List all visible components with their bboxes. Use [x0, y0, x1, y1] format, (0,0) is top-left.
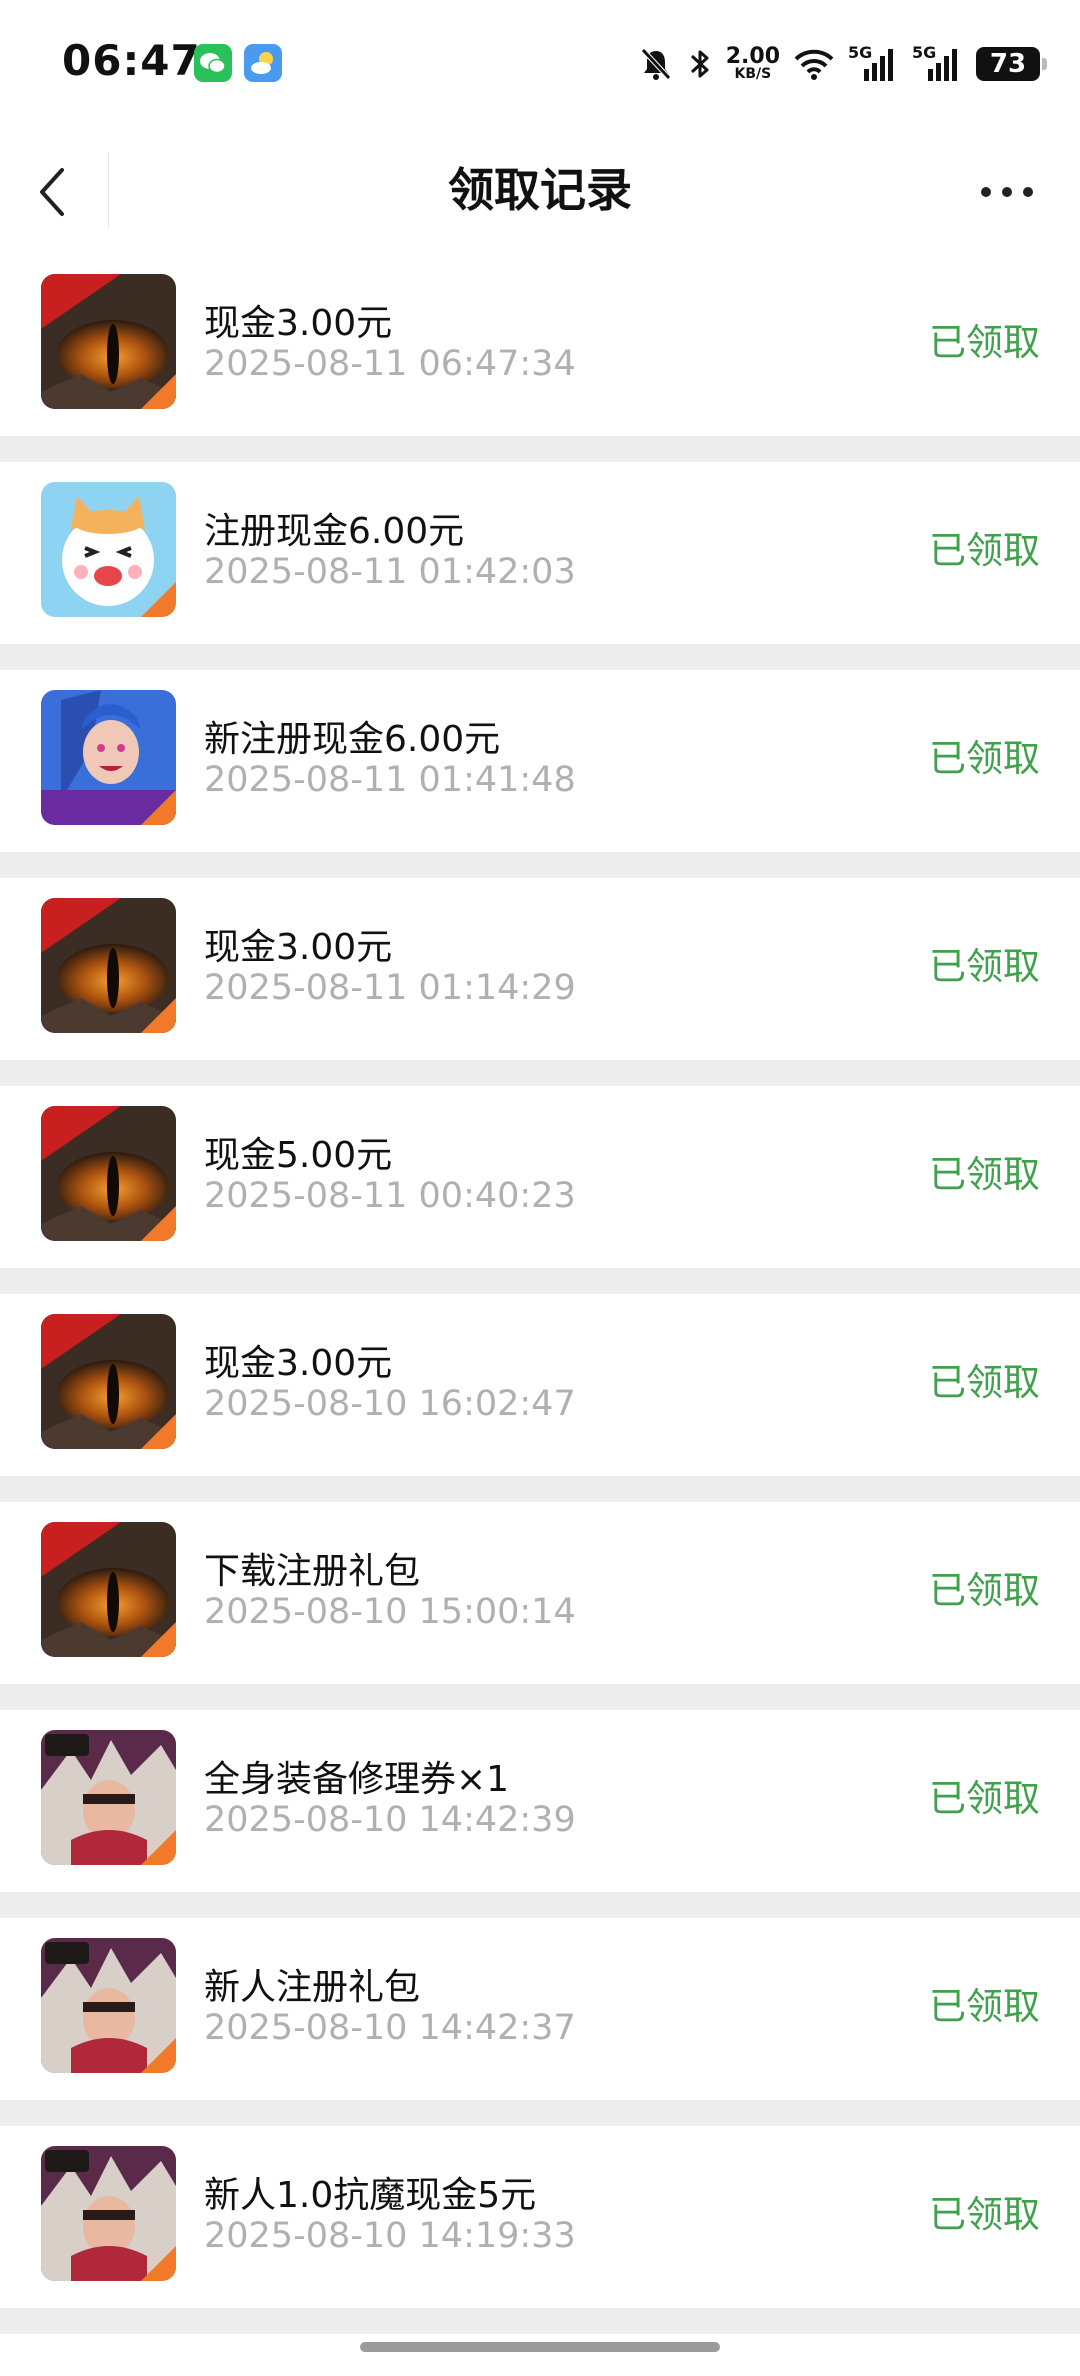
list-item[interactable]: 下载注册礼包 2025-08-10 15:00:14 已领取: [0, 1502, 1080, 1710]
weather-icon: [244, 44, 282, 82]
list-item[interactable]: 新注册现金6.00元 2025-08-11 01:41:48 已领取: [0, 670, 1080, 878]
anime-warrior-game-icon-graphic: [41, 1730, 176, 1865]
record-status: 已领取: [929, 2193, 1040, 2236]
list-item[interactable]: 新人1.0抗魔现金5元 2025-08-10 14:19:33 已领取: [0, 2126, 1080, 2334]
signal-5g-icon-2: 5G: [912, 43, 962, 85]
record-timestamp: 2025-08-11 06:47:34: [204, 344, 576, 384]
more-button[interactable]: [962, 156, 1052, 228]
record-list: 现金3.00元 2025-08-11 06:47:34 已领取 注册现金6.00元 20…: [0, 254, 1080, 2334]
record-status: 已领取: [929, 1569, 1040, 1612]
wechat-icon: [194, 44, 232, 82]
chevron-left-icon: [40, 168, 64, 216]
dragon-eye-game-icon-graphic: [41, 898, 176, 1033]
list-item[interactable]: 现金3.00元 2025-08-10 16:02:47 已领取: [0, 1294, 1080, 1502]
cartoon-cat-game-icon: [41, 482, 176, 617]
jinx-game-icon: [41, 690, 176, 825]
record-timestamp: 2025-08-11 01:42:03: [204, 552, 576, 592]
record-status: 已领取: [929, 1777, 1040, 1820]
record-status: 已领取: [929, 1153, 1040, 1196]
record-title: 现金3.00元: [204, 927, 393, 968]
record-title: 新注册现金6.00元: [204, 719, 501, 760]
mute-icon: [638, 46, 674, 82]
record-timestamp: 2025-08-10 15:00:14: [204, 1592, 576, 1632]
network-speed: 2.00 KB/S: [726, 46, 780, 82]
list-item[interactable]: 全身装备修理券×1 2025-08-10 14:42:39 已领取: [0, 1710, 1080, 1918]
record-status: 已领取: [929, 321, 1040, 364]
cartoon-cat-game-icon-graphic: [41, 482, 176, 617]
page-title: 领取记录: [448, 163, 632, 217]
record-timestamp: 2025-08-10 14:42:37: [204, 2008, 576, 2048]
list-item[interactable]: 现金3.00元 2025-08-11 01:14:29 已领取: [0, 878, 1080, 1086]
record-title: 下载注册礼包: [204, 1551, 421, 1592]
status-bar: 06:47 2.00 KB/S 5G 5G 73: [0, 0, 1080, 130]
record-status: 已领取: [929, 945, 1040, 988]
anime-warrior-game-icon-graphic: [41, 2146, 176, 2281]
record-timestamp: 2025-08-11 01:14:29: [204, 968, 576, 1008]
dragon-eye-game-icon: [41, 274, 176, 409]
record-title: 新人1.0抗魔现金5元: [204, 2175, 537, 2216]
record-timestamp: 2025-08-11 00:40:23: [204, 1176, 576, 1216]
bluetooth-icon: [688, 46, 712, 82]
dragon-eye-game-icon-graphic: [41, 1522, 176, 1657]
network-speed-unit: KB/S: [734, 66, 772, 82]
dragon-eye-game-icon: [41, 1314, 176, 1449]
dragon-eye-game-icon: [41, 1522, 176, 1657]
more-horizontal-icon: [981, 187, 1033, 197]
record-timestamp: 2025-08-10 14:19:33: [204, 2216, 576, 2256]
record-timestamp: 2025-08-11 01:41:48: [204, 760, 576, 800]
dragon-eye-game-icon: [41, 1106, 176, 1241]
list-item[interactable]: 现金5.00元 2025-08-11 00:40:23 已领取: [0, 1086, 1080, 1294]
record-title: 现金5.00元: [204, 1135, 393, 1176]
nav-divider: [108, 152, 109, 228]
dragon-eye-game-icon: [41, 898, 176, 1033]
dragon-eye-game-icon-graphic: [41, 1106, 176, 1241]
back-button[interactable]: [28, 156, 100, 228]
anime-warrior-game-icon: [41, 1730, 176, 1865]
record-timestamp: 2025-08-10 14:42:39: [204, 1800, 576, 1840]
record-title: 全身装备修理券×1: [204, 1759, 510, 1800]
record-title: 现金3.00元: [204, 303, 393, 344]
record-status: 已领取: [929, 737, 1040, 780]
dragon-eye-game-icon-graphic: [41, 274, 176, 409]
anime-warrior-game-icon: [41, 2146, 176, 2281]
anime-warrior-game-icon-graphic: [41, 1938, 176, 2073]
record-title: 注册现金6.00元: [204, 511, 465, 552]
home-indicator[interactable]: [360, 2342, 720, 2352]
jinx-game-icon-graphic: [41, 690, 176, 825]
signal-5g-icon: 5G: [848, 43, 898, 85]
record-status: 已领取: [929, 1985, 1040, 2028]
status-time: 06:47: [62, 36, 201, 85]
nav-bar: 领取记录: [0, 130, 1080, 254]
battery-icon: 73: [976, 47, 1047, 81]
list-item[interactable]: 新人注册礼包 2025-08-10 14:42:37 已领取: [0, 1918, 1080, 2126]
battery-level: 73: [989, 49, 1027, 79]
list-item[interactable]: 现金3.00元 2025-08-11 06:47:34 已领取: [0, 254, 1080, 462]
wifi-icon: [794, 48, 834, 80]
anime-warrior-game-icon: [41, 1938, 176, 2073]
record-title: 新人注册礼包: [204, 1967, 421, 2008]
record-timestamp: 2025-08-10 16:02:47: [204, 1384, 576, 1424]
list-item[interactable]: 注册现金6.00元 2025-08-11 01:42:03 已领取: [0, 462, 1080, 670]
record-status: 已领取: [929, 529, 1040, 572]
record-title: 现金3.00元: [204, 1343, 393, 1384]
record-status: 已领取: [929, 1361, 1040, 1404]
dragon-eye-game-icon-graphic: [41, 1314, 176, 1449]
